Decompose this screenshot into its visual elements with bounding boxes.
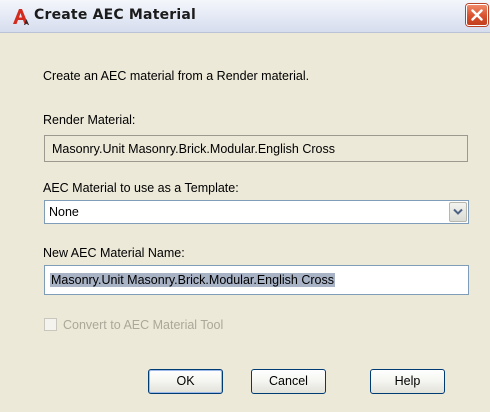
render-material-label: Render Material: <box>43 113 136 127</box>
render-material-value: Masonry.Unit Masonry.Brick.Modular.Engli… <box>52 142 335 156</box>
new-name-input[interactable]: Masonry.Unit Masonry.Brick.Modular.Engli… <box>44 265 469 295</box>
convert-tool-label: Convert to AEC Material Tool <box>63 318 224 332</box>
render-material-field: Masonry.Unit Masonry.Brick.Modular.Engli… <box>44 135 468 162</box>
close-button[interactable] <box>466 4 488 26</box>
dialog-title: Create AEC Material <box>34 7 197 23</box>
convert-tool-checkbox[interactable] <box>44 318 57 331</box>
template-selected-value: None <box>49 205 79 219</box>
template-label: AEC Material to use as a Template: <box>43 181 239 195</box>
ok-button[interactable]: OK <box>148 369 223 394</box>
dropdown-arrow-button[interactable] <box>449 202 467 222</box>
new-name-label: New AEC Material Name: <box>43 246 185 260</box>
help-button[interactable]: Help <box>370 369 445 394</box>
title-bar[interactable]: Create AEC Material <box>0 0 490 33</box>
create-aec-material-dialog: Create AEC Material Create an AEC materi… <box>0 0 490 412</box>
autocad-a-icon <box>11 7 31 27</box>
dialog-description: Create an AEC material from a Render mat… <box>43 69 310 83</box>
chevron-down-icon <box>453 208 463 215</box>
template-dropdown[interactable]: None <box>44 200 469 224</box>
new-name-value: Masonry.Unit Masonry.Brick.Modular.Engli… <box>50 273 335 287</box>
cancel-button[interactable]: Cancel <box>251 369 326 394</box>
close-icon <box>471 9 483 21</box>
